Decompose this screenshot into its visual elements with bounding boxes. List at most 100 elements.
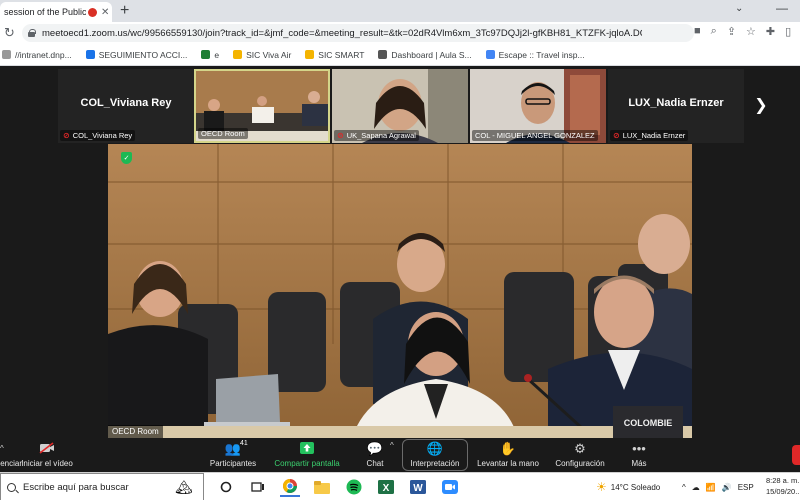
bookmark-item[interactable]: SIC SMART	[305, 50, 364, 60]
participant-label-text: OECD Room	[201, 129, 245, 138]
mic-muted-icon: ⊘	[613, 131, 620, 140]
chat-caret-icon[interactable]: ^	[390, 441, 394, 450]
recording-icon	[88, 7, 97, 17]
interpretation-button[interactable]: 🌐 Interpretación	[404, 438, 466, 472]
search-highlight-icon[interactable]: 🏔	[175, 479, 193, 496]
participant-label: ⊘ UK_Sapana Agrawal	[334, 130, 419, 141]
share-screen-button[interactable]: Compartir pantalla	[270, 438, 344, 472]
participant-label: ⊘ COL_Viviana Rey	[60, 130, 136, 141]
chat-button[interactable]: 💬 Chat	[360, 438, 390, 472]
word-icon[interactable]: W	[408, 477, 428, 497]
mic-muted-icon: ⊘	[63, 131, 70, 140]
bookmark-item[interactable]: Escape :: Travel insp...	[485, 49, 585, 60]
excel-icon[interactable]: X	[376, 477, 396, 497]
settings-button[interactable]: ⚙ Configuración	[552, 438, 608, 472]
bookmark-item[interactable]: //intranet.dnp...	[2, 50, 72, 60]
sun-icon: ☀	[596, 480, 607, 494]
participants-button[interactable]: 👥 Participantes	[206, 438, 260, 472]
mute-button[interactable]: ^ ...ilenciar	[0, 438, 22, 472]
participants-count: 41	[240, 440, 248, 447]
raise-hand-label: Levantar la mano	[477, 459, 539, 468]
participant-tile[interactable]: LUX_Nadia Ernzer ⊘ LUX_Nadia Ernzer	[608, 69, 744, 143]
bookmark-favicon-icon	[378, 50, 388, 59]
tray-chevron-icon[interactable]: ^	[682, 483, 686, 492]
chrome-icon[interactable]	[280, 477, 300, 497]
taskbar-search-box[interactable]: Escribe aquí para buscar 🏔	[0, 473, 204, 500]
zoom-lens-icon[interactable]: ⌕	[711, 25, 717, 38]
weather-widget[interactable]: ☀ 14°C Soleado	[596, 473, 660, 500]
bookmark-star-icon[interactable]: ☆	[746, 25, 756, 38]
minimize-window-icon[interactable]: —	[776, 1, 788, 15]
search-icon	[7, 482, 16, 492]
bookmark-favicon-icon	[233, 50, 243, 59]
participant-name: COL_Viviana Rey	[80, 97, 172, 109]
participant-tile[interactable]: COL_Viviana Rey ⊘ COL_Viviana Rey	[58, 69, 194, 143]
side-panel-icon[interactable]: ▯	[785, 25, 791, 38]
clock-time: 8:28 a. m.	[766, 476, 800, 485]
main-video[interactable]: ✓ COLOMBIE OECD Room	[108, 144, 692, 438]
toolbar-icons: ■ ⌕ ⇪ ☆ ✚ ▯	[694, 25, 791, 38]
participant-label-text: UK_Sapana Agrawal	[346, 131, 416, 140]
participant-tile[interactable]: OECD Room	[194, 69, 330, 143]
bookmark-item[interactable]: SEGUIMIENTO ACCI...	[85, 49, 188, 60]
new-tab-icon[interactable]: +	[120, 2, 129, 20]
tab-title: session of the Public Governance...	[4, 7, 86, 17]
bookmark-item[interactable]: e	[201, 50, 219, 60]
reload-icon[interactable]: ↻	[4, 25, 15, 41]
zoom-meeting: COL_Viviana Rey ⊘ COL_Viviana Rey OECD Room…	[0, 66, 800, 472]
cloud-icon[interactable]: ☁	[692, 483, 700, 492]
participants-label: Participantes	[209, 459, 257, 468]
spotify-icon[interactable]	[344, 477, 364, 497]
more-button[interactable]: ••• Más	[626, 438, 652, 472]
settings-label: Configuración	[555, 459, 605, 468]
extensions-icon[interactable]: ✚	[766, 25, 775, 38]
taskbar-search-placeholder: Escribe aquí para buscar	[23, 481, 129, 493]
close-tab-icon[interactable]: ✕	[101, 7, 109, 18]
svg-text:X: X	[383, 483, 390, 494]
address-bar[interactable]: meetoecd1.zoom.us/wc/99566559130/join?tr…	[22, 24, 694, 42]
participant-label-text: COL - MIGUEL ANGEL GONZALEZ	[475, 131, 595, 140]
url-text: meetoecd1.zoom.us/wc/99566559130/join?tr…	[42, 27, 642, 39]
share-screen-icon	[300, 442, 314, 457]
bookmark-favicon-icon	[305, 50, 315, 59]
lock-icon[interactable]	[28, 29, 36, 37]
end-meeting-button[interactable]	[792, 445, 800, 465]
bookmark-label: SEGUIMIENTO ACCI...	[98, 49, 188, 60]
cortana-icon[interactable]	[216, 477, 236, 497]
bookmark-favicon-icon	[485, 50, 495, 59]
zoom-app-icon[interactable]	[440, 477, 460, 497]
taskbar-clock[interactable]: 8:28 a. m. 15/09/20...	[766, 475, 800, 497]
chat-label: Chat	[366, 459, 384, 468]
tab-search-chevron-icon[interactable]: ⌄	[735, 3, 743, 14]
participant-tile[interactable]: ⊘ UK_Sapana Agrawal	[332, 69, 468, 143]
next-page-chevron-icon[interactable]: ❯	[752, 70, 770, 140]
participants-icon: 👥	[224, 441, 242, 456]
start-video-button[interactable]: Iniciar el vídeo	[21, 438, 73, 472]
bookmark-item[interactable]: SIC Viva Air	[233, 50, 291, 60]
system-tray: ^ ☁ 📶 🔊 ESP	[682, 473, 754, 500]
mute-label: ...ilenciar	[0, 459, 23, 468]
browser-tab[interactable]: session of the Public Governance... ✕	[0, 2, 112, 22]
mic-muted-icon: ⊘	[337, 131, 344, 140]
task-view-icon[interactable]	[248, 477, 268, 497]
bookmark-label: //intranet.dnp...	[15, 49, 72, 60]
start-video-label: Iniciar el vídeo	[21, 459, 73, 468]
volume-icon[interactable]: 🔊	[722, 483, 732, 492]
zoom-toolbar: ^ ...ilenciar Iniciar el vídeo 👥 Partici…	[0, 438, 800, 472]
encryption-shield-icon[interactable]: ✓	[121, 152, 132, 164]
file-explorer-icon[interactable]	[312, 477, 332, 497]
bookmark-item[interactable]: Dashboard | Aula S...	[378, 49, 472, 60]
main-video-label: OECD Room	[108, 425, 163, 438]
bookmark-label: Dashboard | Aula S...	[391, 49, 472, 60]
camera-permission-icon[interactable]: ■	[694, 25, 701, 38]
participant-tile[interactable]: COL - MIGUEL ANGEL GONZALEZ	[470, 69, 606, 143]
bookmark-label: Escape :: Travel insp...	[498, 49, 585, 60]
raise-hand-button[interactable]: ✋ Levantar la mano	[474, 438, 542, 472]
keyboard-language[interactable]: ESP	[738, 483, 754, 492]
bookmark-favicon-icon	[2, 50, 11, 59]
raise-hand-icon: ✋	[499, 441, 517, 456]
wifi-icon[interactable]: 📶	[706, 483, 716, 492]
nameplate-text: COLOMBIE	[623, 418, 673, 428]
share-icon[interactable]: ⇪	[727, 25, 736, 38]
screen: session of the Public Governance... ✕ + …	[0, 0, 800, 500]
